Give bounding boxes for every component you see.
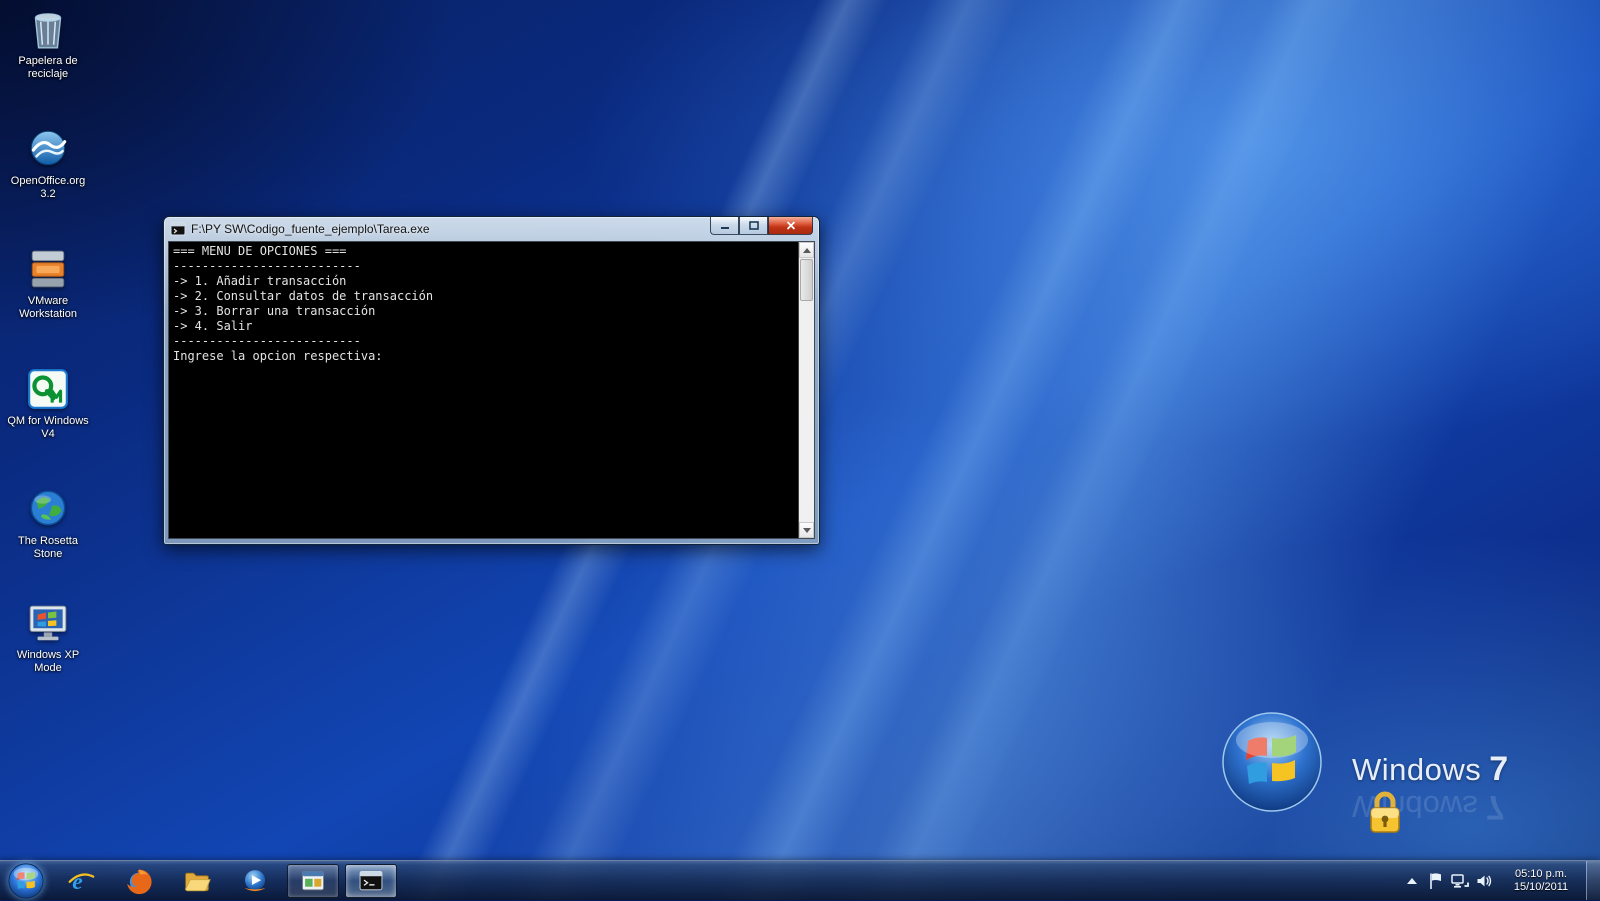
console-app-icon <box>357 867 385 895</box>
console-window: F:\PY SW\Codigo_fuente_ejemplo\Tarea.exe… <box>163 216 820 545</box>
taskbar-clock[interactable]: 05:10 p.m. 15/10/2011 <box>1500 868 1582 894</box>
console-scrollbar <box>798 242 814 538</box>
qm-icon <box>25 366 71 412</box>
taskbar-running-app-button[interactable] <box>287 864 339 898</box>
taskbar-explorer-button[interactable] <box>171 864 223 898</box>
desktop-icon-label: OpenOffice.org 3.2 <box>6 175 90 201</box>
scrollbar-up-arrow[interactable] <box>799 242 814 258</box>
desktop-icon-openoffice[interactable]: OpenOffice.org 3.2 <box>6 126 90 201</box>
console-prompt-line: Ingrese la opcion respectiva: <box>173 349 796 364</box>
recycle-bin-icon <box>25 6 71 52</box>
explorer-folder-icon <box>183 867 211 895</box>
show-hidden-icons-button[interactable] <box>1400 867 1424 895</box>
console-line: -> 1. Añadir transacción <box>173 274 796 289</box>
windows-flag-orb-logo <box>1220 710 1324 814</box>
console-line: -> 2. Consultar datos de transacción <box>173 289 796 304</box>
desktop-icon-label: The Rosetta Stone <box>6 535 90 561</box>
start-orb-icon <box>7 862 45 900</box>
network-icon <box>1451 873 1469 889</box>
network-status-button[interactable] <box>1448 867 1472 895</box>
taskbar-firefox-button[interactable] <box>113 864 165 898</box>
console-line: -> 4. Salir <box>173 319 796 334</box>
windows7-wordmark: Windows7 <box>1352 750 1508 789</box>
desktop-icon-label: QM for Windows V4 <box>6 415 90 441</box>
app-window-icon <box>299 867 327 895</box>
svg-text:e: e <box>72 868 82 894</box>
scrollbar-track[interactable] <box>799 302 814 522</box>
windows7-wordmark-reflection: Windows7 <box>1352 787 1505 826</box>
openoffice-icon <box>25 126 71 172</box>
window-caption-buttons <box>710 217 813 235</box>
vmware-icon <box>25 246 71 292</box>
firefox-icon <box>125 867 153 895</box>
media-player-icon <box>241 867 269 895</box>
console-titlebar-icon <box>170 221 186 237</box>
volume-button[interactable] <box>1472 867 1496 895</box>
windows7-watermark: Windows7 Windows7 <box>1210 705 1570 855</box>
window-title: F:\PY SW\Codigo_fuente_ejemplo\Tarea.exe <box>191 222 430 236</box>
console-line: -> 3. Borrar una transacción <box>173 304 796 319</box>
clock-date: 15/10/2011 <box>1500 881 1582 894</box>
clock-time: 05:10 p.m. <box>1500 868 1582 881</box>
scrollbar-thumb[interactable] <box>800 259 813 301</box>
desktop-surface[interactable]: Papelera de reciclaje OpenOffice.org 3.2… <box>0 0 1600 900</box>
system-tray: 05:10 p.m. 15/10/2011 <box>1400 861 1600 900</box>
desktop-icon-qm[interactable]: QM for Windows V4 <box>6 366 90 441</box>
windows-edition-text: 7 <box>1489 750 1508 788</box>
desktop-icon-rosetta[interactable]: The Rosetta Stone <box>6 486 90 561</box>
console-line: -------------------------- <box>173 334 796 349</box>
rosetta-stone-icon <box>25 486 71 532</box>
console-body: === MENU DE OPCIONES === ---------------… <box>168 241 815 539</box>
console-screen[interactable]: === MENU DE OPCIONES === ---------------… <box>169 242 798 538</box>
action-center-button[interactable] <box>1424 867 1448 895</box>
show-desktop-button[interactable] <box>1586 861 1600 900</box>
internet-explorer-icon: e <box>67 867 95 895</box>
windows-xp-mode-icon <box>25 600 71 646</box>
desktop-icon-label: VMware Workstation <box>6 295 90 321</box>
desktop-icon-recycle-bin[interactable]: Papelera de reciclaje <box>6 6 90 81</box>
close-button[interactable] <box>768 217 813 235</box>
volume-icon <box>1476 873 1493 889</box>
window-title-bar[interactable]: F:\PY SW\Codigo_fuente_ejemplo\Tarea.exe <box>168 217 815 241</box>
gold-padlock-icon <box>1366 789 1404 837</box>
desktop-icon-label: Papelera de reciclaje <box>6 55 90 81</box>
maximize-button[interactable] <box>739 217 768 235</box>
desktop-icon-label: Windows XP Mode <box>6 649 90 675</box>
console-line: === MENU DE OPCIONES === <box>173 244 796 259</box>
windows-brand-text: Windows <box>1352 752 1481 787</box>
desktop-icon-xp-mode[interactable]: Windows XP Mode <box>6 600 90 675</box>
minimize-button[interactable] <box>710 217 739 235</box>
start-button[interactable] <box>0 861 52 901</box>
hidden-icons-arrow-icon <box>1407 878 1417 884</box>
taskbar-media-player-button[interactable] <box>229 864 281 898</box>
action-center-flag-icon <box>1428 872 1444 890</box>
taskbar: e 05:10 p.m. <box>0 860 1600 900</box>
console-line: -------------------------- <box>173 259 796 274</box>
scrollbar-down-arrow[interactable] <box>799 522 814 538</box>
desktop-icon-vmware[interactable]: VMware Workstation <box>6 246 90 321</box>
taskbar-console-app-button[interactable] <box>345 864 397 898</box>
taskbar-internet-explorer-button[interactable]: e <box>55 864 107 898</box>
